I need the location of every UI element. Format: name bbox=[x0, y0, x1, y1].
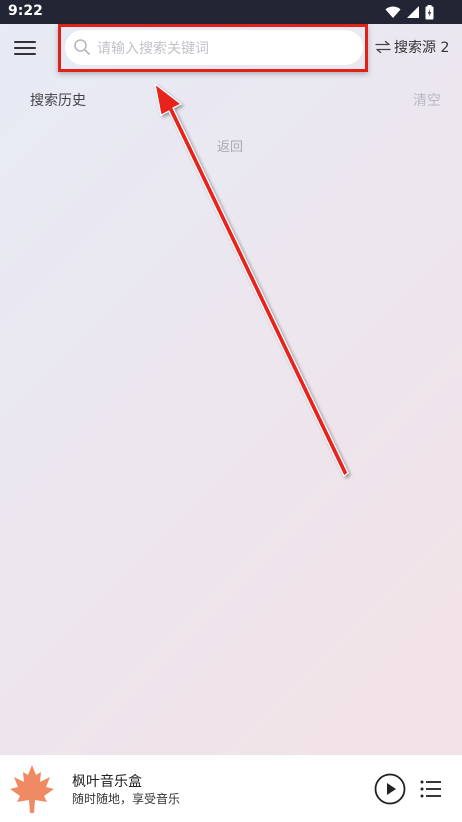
search-source-button[interactable]: 搜索源 2 bbox=[375, 36, 449, 58]
battery-icon bbox=[425, 4, 434, 19]
annotation-arrow bbox=[154, 82, 349, 477]
status-bar: 9:22 bbox=[0, 0, 462, 24]
annotation-highlight-box bbox=[58, 24, 368, 72]
signal-icon bbox=[407, 6, 419, 18]
status-icons bbox=[385, 4, 434, 20]
player-title: 枫叶音乐盒 bbox=[72, 774, 142, 790]
wifi-icon bbox=[385, 6, 401, 18]
playlist-icon[interactable] bbox=[420, 779, 442, 799]
swap-arrows-icon bbox=[375, 40, 391, 54]
player-subtitle: 随时随地，享受音乐 bbox=[72, 792, 181, 806]
play-circle-icon[interactable] bbox=[374, 773, 406, 805]
maple-leaf-icon bbox=[10, 765, 54, 813]
mini-player[interactable]: 枫叶音乐盒 随时随地，享受音乐 bbox=[0, 754, 462, 822]
menu-icon[interactable] bbox=[14, 41, 36, 59]
search-history-title: 搜索历史 bbox=[30, 93, 86, 109]
back-button[interactable]: 返回 bbox=[217, 136, 243, 155]
clear-history-button[interactable]: 清空 bbox=[413, 90, 441, 110]
status-time: 9:22 bbox=[8, 3, 43, 19]
search-source-label: 搜索源 2 bbox=[394, 40, 450, 56]
